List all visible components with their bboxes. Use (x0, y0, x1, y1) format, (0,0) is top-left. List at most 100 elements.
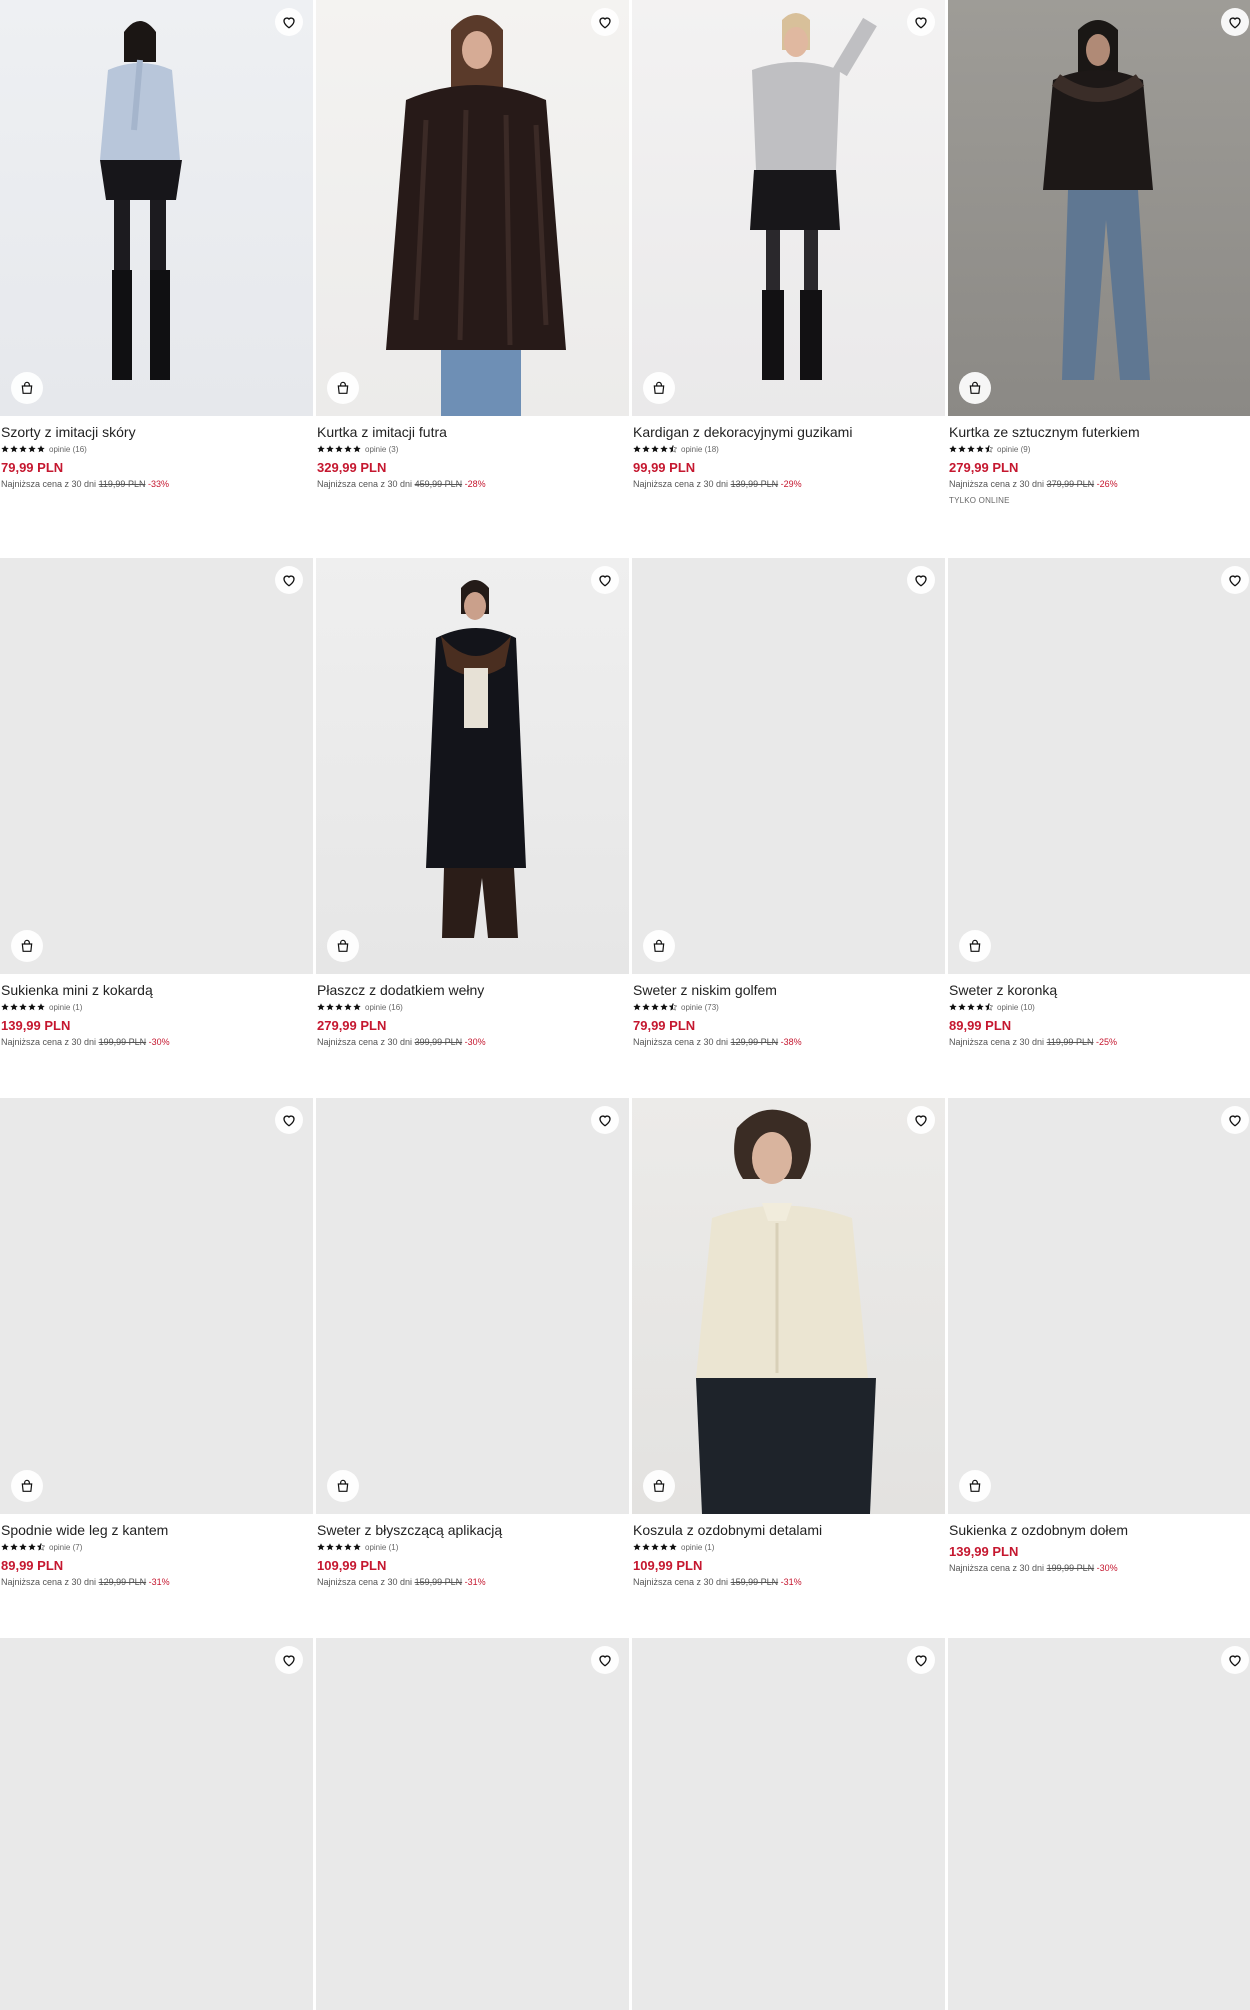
product-photo-figure (750, 13, 877, 380)
star-icon (660, 445, 668, 453)
review-count[interactable]: opinie (10) (997, 1003, 1035, 1012)
rating-stars (317, 1003, 361, 1011)
product-card[interactable]: Płaszcz z dodatkiem wełny opinie (16) 279,… (316, 558, 629, 1098)
product-name[interactable]: Kardigan z dekoracyjnymi guzikami (633, 424, 944, 441)
discount-percent: -30% (1096, 1563, 1118, 1573)
add-to-wishlist-button[interactable] (907, 566, 935, 594)
add-to-wishlist-button[interactable] (907, 1646, 935, 1674)
product-image[interactable] (632, 558, 945, 974)
old-price: 159,99 PLN (730, 1577, 779, 1587)
product-name[interactable]: Sukienka z ozdobnym dołem (949, 1522, 1250, 1539)
star-icon (642, 445, 650, 453)
product-card[interactable] (0, 1638, 313, 2010)
product-image[interactable] (948, 1098, 1250, 1514)
review-count[interactable]: opinie (1) (365, 1543, 398, 1552)
add-to-cart-button[interactable] (327, 1470, 359, 1502)
product-image[interactable] (0, 1098, 313, 1514)
product-image[interactable] (316, 1098, 629, 1514)
add-to-cart-button[interactable] (959, 372, 991, 404)
old-price: 159,99 PLN (414, 1577, 463, 1587)
product-name[interactable]: Spodnie wide leg z kantem (1, 1522, 312, 1539)
add-to-wishlist-button[interactable] (591, 1106, 619, 1134)
product-card[interactable]: Szorty z imitacji skóry opinie (16) 79,99 … (0, 0, 313, 558)
product-name[interactable]: Sweter z błyszczącą aplikacją (317, 1522, 628, 1539)
product-price: 99,99 PLN (633, 460, 696, 475)
product-image[interactable] (316, 558, 629, 974)
add-to-wishlist-button[interactable] (591, 8, 619, 36)
add-to-wishlist-button[interactable] (1221, 1646, 1249, 1674)
add-to-wishlist-button[interactable] (591, 566, 619, 594)
product-image[interactable] (632, 1638, 945, 2010)
product-image[interactable] (632, 0, 945, 416)
review-count[interactable]: opinie (73) (681, 1003, 719, 1012)
product-name[interactable]: Sukienka mini z kokardą (1, 982, 312, 999)
product-image[interactable] (316, 0, 629, 416)
product-image[interactable] (0, 0, 313, 416)
lowest-price-label: Najniższa cena z 30 dni (1, 479, 97, 489)
add-to-wishlist-button[interactable] (275, 8, 303, 36)
review-count[interactable]: opinie (3) (365, 445, 398, 454)
heart-icon (597, 1652, 613, 1668)
product-card[interactable]: Kurtka ze sztucznym futerkiem opinie (9) 2… (948, 0, 1250, 558)
add-to-wishlist-button[interactable] (907, 1106, 935, 1134)
star-icon (642, 1003, 650, 1011)
add-to-cart-button[interactable] (327, 930, 359, 962)
shopping-bag-icon (19, 380, 35, 396)
product-image[interactable] (632, 1098, 945, 1514)
product-card[interactable]: Sweter z niskim golfem opinie (73) 79,99 P… (632, 558, 945, 1098)
product-name[interactable]: Kurtka z imitacji futra (317, 424, 628, 441)
add-to-wishlist-button[interactable] (275, 566, 303, 594)
review-count[interactable]: opinie (9) (997, 445, 1030, 454)
add-to-cart-button[interactable] (959, 1470, 991, 1502)
add-to-wishlist-button[interactable] (1221, 566, 1249, 594)
product-name[interactable]: Kurtka ze sztucznym futerkiem (949, 424, 1250, 441)
add-to-wishlist-button[interactable] (591, 1646, 619, 1674)
product-info: Kardigan z dekoracyjnymi guzikami opinie … (632, 416, 945, 489)
product-card[interactable] (948, 1638, 1250, 2010)
review-count[interactable]: opinie (7) (49, 1543, 82, 1552)
product-card[interactable]: Kardigan z dekoracyjnymi guzikami opinie … (632, 0, 945, 558)
review-count[interactable]: opinie (18) (681, 445, 719, 454)
review-count[interactable]: opinie (1) (681, 1543, 714, 1552)
product-name[interactable]: Sweter z niskim golfem (633, 982, 944, 999)
add-to-cart-button[interactable] (11, 1470, 43, 1502)
product-card[interactable] (632, 1638, 945, 2010)
product-card[interactable]: Sukienka z ozdobnym dołem 139,99 PLN Najni… (948, 1098, 1250, 1638)
rating-stars (633, 445, 677, 453)
add-to-cart-button[interactable] (643, 372, 675, 404)
add-to-wishlist-button[interactable] (275, 1106, 303, 1134)
review-count[interactable]: opinie (1) (49, 1003, 82, 1012)
product-image[interactable] (0, 558, 313, 974)
product-card[interactable]: Koszula z ozdobnymi detalami opinie (1) 10… (632, 1098, 945, 1638)
add-to-cart-button[interactable] (327, 372, 359, 404)
product-name[interactable]: Koszula z ozdobnymi detalami (633, 1522, 944, 1539)
product-card[interactable]: Sukienka mini z kokardą opinie (1) 139,99 … (0, 558, 313, 1098)
product-image[interactable] (948, 558, 1250, 974)
product-card[interactable]: Kurtka z imitacji futra opinie (3) 329,99 … (316, 0, 629, 558)
product-price: 279,99 PLN (949, 460, 1019, 475)
product-card[interactable] (316, 1638, 629, 2010)
add-to-wishlist-button[interactable] (907, 8, 935, 36)
product-name[interactable]: Szorty z imitacji skóry (1, 424, 312, 441)
add-to-cart-button[interactable] (11, 372, 43, 404)
add-to-cart-button[interactable] (959, 930, 991, 962)
product-card[interactable]: Sweter z błyszczącą aplikacją opinie (1) 1… (316, 1098, 629, 1638)
review-count[interactable]: opinie (16) (365, 1003, 403, 1012)
add-to-wishlist-button[interactable] (1221, 1106, 1249, 1134)
product-name[interactable]: Sweter z koronką (949, 982, 1250, 999)
add-to-cart-button[interactable] (643, 1470, 675, 1502)
star-icon (353, 1003, 361, 1011)
add-to-wishlist-button[interactable] (275, 1646, 303, 1674)
product-name[interactable]: Płaszcz z dodatkiem wełny (317, 982, 628, 999)
add-to-cart-button[interactable] (643, 930, 675, 962)
star-half-icon (669, 1003, 677, 1011)
add-to-cart-button[interactable] (11, 930, 43, 962)
product-image[interactable] (948, 0, 1250, 416)
product-image[interactable] (0, 1638, 313, 2010)
add-to-wishlist-button[interactable] (1221, 8, 1249, 36)
product-card[interactable]: Sweter z koronką opinie (10) 89,99 PLN Najn… (948, 558, 1250, 1098)
product-image[interactable] (948, 1638, 1250, 2010)
product-image[interactable] (316, 1638, 629, 2010)
review-count[interactable]: opinie (16) (49, 445, 87, 454)
product-card[interactable]: Spodnie wide leg z kantem opinie (7) 89,99… (0, 1098, 313, 1638)
